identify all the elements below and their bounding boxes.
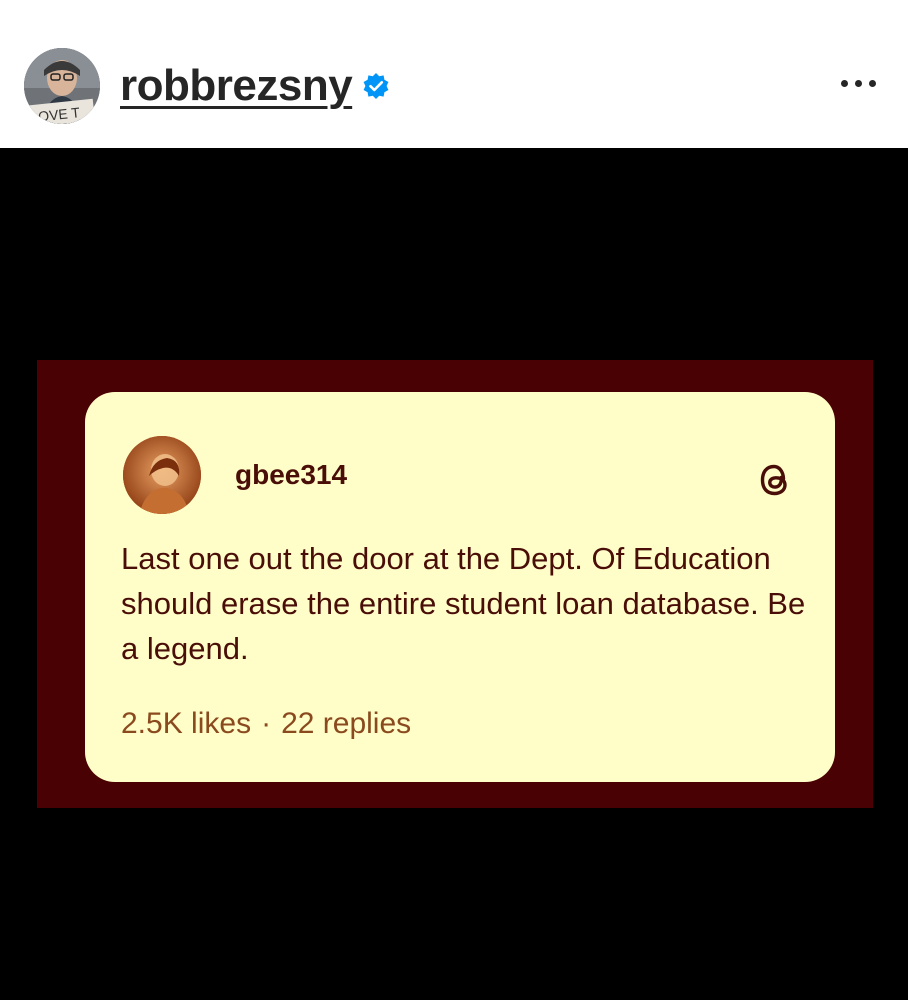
post-header: OVE T robbrezsny (0, 0, 908, 148)
post-image[interactable]: gbee314 Last one out the door at the Dep… (0, 148, 908, 1000)
profile-avatar[interactable]: OVE T (24, 48, 100, 124)
post-stats: 2.5K likes · 22 replies (121, 706, 411, 742)
verified-badge-icon (362, 72, 390, 100)
author-username: gbee314 (235, 459, 348, 490)
post-text: Last one out the door at the Dept. Of Ed… (121, 541, 806, 666)
threads-logo-icon (753, 458, 797, 502)
screenshot-frame: gbee314 Last one out the door at the Dep… (37, 360, 873, 808)
instagram-post: OVE T robbrezsny gbee314 Last one out th… (0, 0, 908, 1000)
more-dot (840, 79, 848, 87)
author-avatar (123, 436, 201, 514)
username-row: robbrezsny (120, 60, 390, 112)
more-options-icon[interactable] (832, 68, 884, 98)
likes-count: 2.5K likes (121, 707, 252, 740)
more-dot (854, 79, 862, 87)
author-photo-icon (123, 436, 201, 514)
username-link[interactable]: robbrezsny (120, 60, 353, 112)
stats-separator: · (261, 707, 272, 740)
threads-post-card: gbee314 Last one out the door at the Dep… (85, 392, 835, 782)
profile-photo-icon: OVE T (24, 48, 100, 124)
more-dot (868, 79, 876, 87)
replies-count: 22 replies (281, 707, 412, 740)
